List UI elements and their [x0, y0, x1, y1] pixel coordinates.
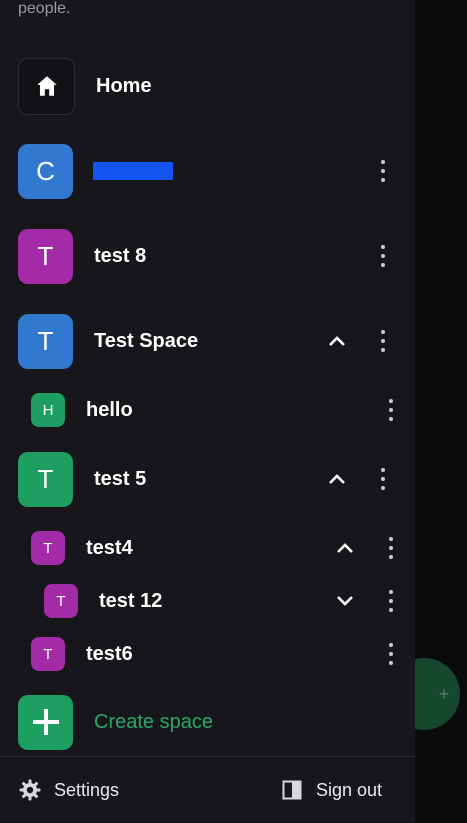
plus-icon: + — [438, 683, 450, 704]
space-options-button[interactable] — [371, 156, 395, 186]
header-text: people. — [18, 0, 71, 17]
more-vert-icon — [381, 245, 385, 267]
settings-button[interactable]: Settings — [18, 757, 119, 823]
space-avatar: T — [18, 313, 73, 369]
drawer-footer: Settings Sign out — [0, 756, 415, 823]
collapse-button[interactable] — [333, 533, 357, 563]
home-icon — [36, 76, 57, 96]
space-label: test4 — [86, 536, 133, 559]
space-item-redacted[interactable]: C — [18, 143, 173, 199]
space-item-hello[interactable]: H hello — [31, 382, 133, 438]
space-options-button[interactable] — [379, 533, 403, 563]
space-avatar: C — [18, 143, 73, 199]
navigation-drawer: people. Home C T test 8 T Test Space H h… — [0, 0, 415, 822]
space-label: test 12 — [99, 589, 163, 612]
chevron-up-icon — [329, 336, 345, 346]
create-space-button[interactable]: Create space — [18, 694, 213, 750]
space-item-test-8[interactable]: T test 8 — [18, 228, 146, 284]
chevron-down-icon — [337, 596, 353, 606]
space-options-button[interactable] — [371, 241, 395, 271]
more-vert-icon — [389, 590, 393, 612]
space-label: test 8 — [94, 244, 147, 267]
space-options-button[interactable] — [371, 464, 395, 494]
home-avatar — [18, 57, 75, 115]
space-avatar: T — [18, 451, 73, 507]
space-item-test4[interactable]: T test4 — [31, 520, 133, 576]
create-space-label: Create space — [94, 710, 213, 733]
space-label: Test Space — [94, 329, 199, 352]
space-avatar: T — [18, 228, 73, 284]
space-options-button[interactable] — [379, 395, 403, 425]
chevron-up-icon — [329, 474, 345, 484]
gear-icon — [19, 779, 41, 801]
space-avatar: T — [31, 637, 65, 671]
space-options-button[interactable] — [379, 586, 403, 616]
sign-out-icon — [282, 780, 302, 800]
more-vert-icon — [389, 643, 393, 665]
home-item[interactable]: Home — [18, 57, 152, 115]
more-vert-icon — [381, 330, 385, 352]
more-vert-icon — [389, 399, 393, 421]
sign-out-label: Sign out — [316, 779, 383, 800]
space-options-button[interactable] — [379, 639, 403, 669]
more-vert-icon — [381, 468, 385, 490]
create-space-avatar — [18, 694, 73, 750]
settings-label: Settings — [54, 779, 120, 800]
space-label: test6 — [86, 642, 133, 665]
space-item-test-space[interactable]: T Test Space — [18, 313, 198, 369]
space-avatar: T — [31, 531, 65, 565]
space-label: hello — [86, 398, 133, 421]
space-avatar: T — [44, 584, 78, 618]
space-options-button[interactable] — [371, 326, 395, 356]
expand-button[interactable] — [333, 586, 357, 616]
more-vert-icon — [389, 537, 393, 559]
collapse-button[interactable] — [325, 464, 349, 494]
space-avatar: H — [31, 393, 65, 427]
space-item-test6[interactable]: T test6 — [31, 626, 133, 682]
chevron-up-icon — [337, 543, 353, 553]
redacted-label — [93, 162, 173, 180]
home-label: Home — [96, 74, 152, 97]
space-item-test-12[interactable]: T test 12 — [44, 573, 162, 629]
sign-out-button[interactable]: Sign out — [282, 757, 382, 823]
collapse-button[interactable] — [325, 326, 349, 356]
plus-icon — [32, 709, 59, 735]
space-label: test 5 — [94, 467, 147, 490]
more-vert-icon — [381, 160, 385, 182]
space-item-test-5[interactable]: T test 5 — [18, 451, 146, 507]
